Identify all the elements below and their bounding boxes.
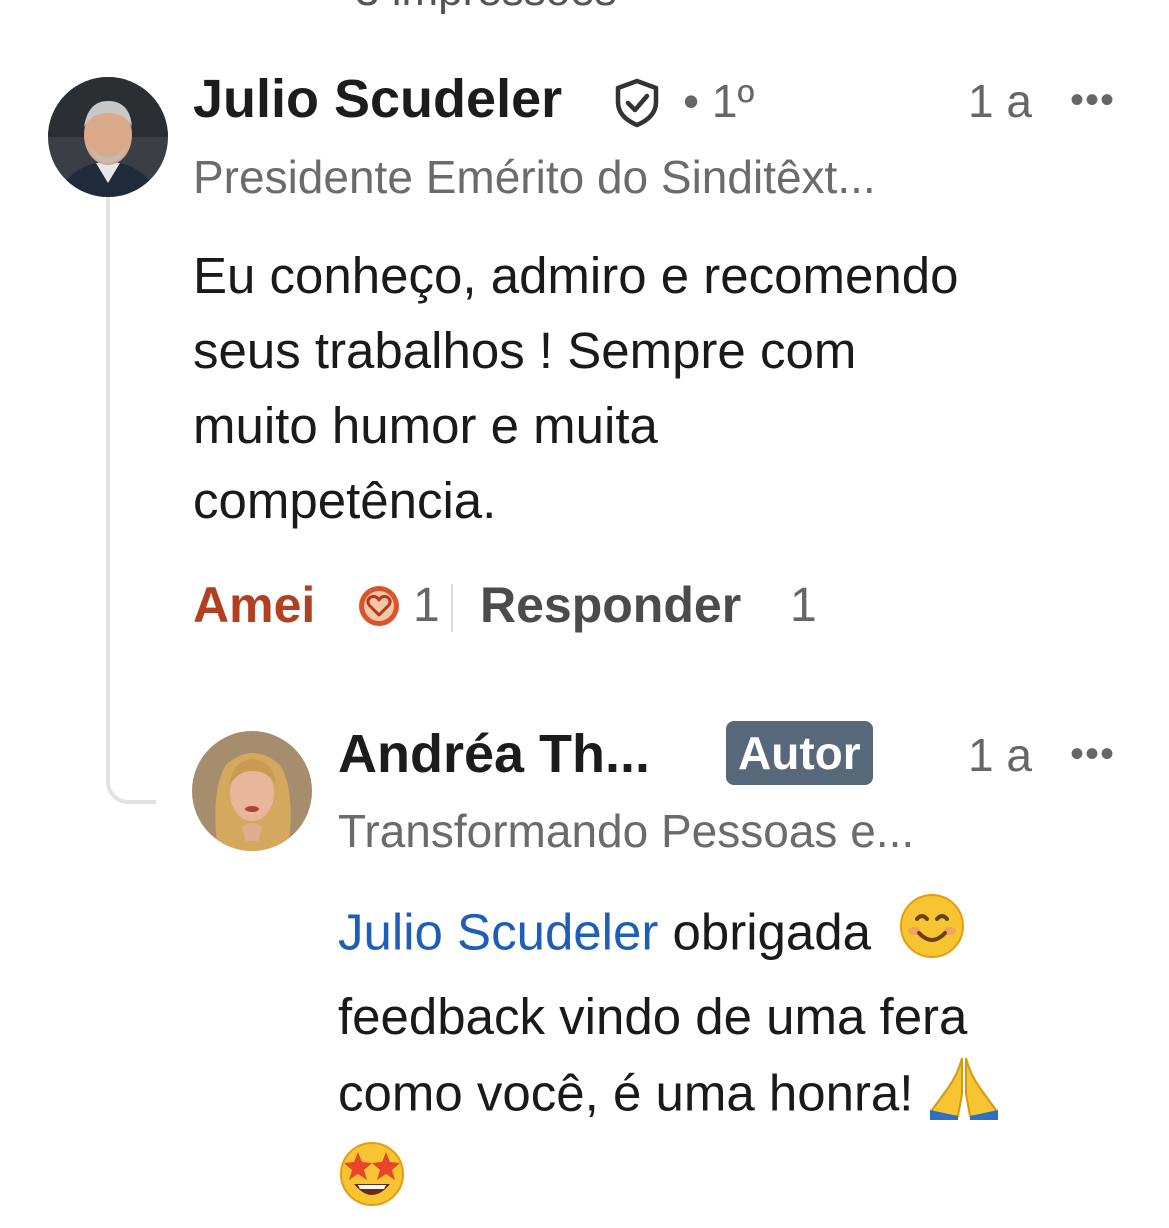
- connection-degree: • 1º: [683, 75, 755, 127]
- reaction-button[interactable]: Amei: [193, 576, 315, 634]
- reply-more-icon[interactable]: •••: [1070, 732, 1115, 777]
- smiling-face-emoji: [899, 893, 965, 979]
- reply-text-part: como você, é uma honra!: [338, 1064, 928, 1122]
- reply-text-line: feedback vindo de uma fera: [338, 988, 968, 1045]
- love-heart-icon[interactable]: [357, 584, 401, 633]
- reply-button[interactable]: Responder: [480, 576, 741, 634]
- comment-text-line: competência.: [193, 472, 497, 529]
- comment-text-line: Eu conheço, admiro e recomendo: [193, 247, 959, 304]
- action-divider: [451, 584, 453, 632]
- reply-author-headline: Transformando Pessoas e...: [338, 805, 915, 857]
- comment-more-icon[interactable]: •••: [1070, 78, 1115, 123]
- folded-hands-emoji: [928, 1054, 1000, 1140]
- verified-shield-icon: [612, 78, 662, 133]
- comment-text-line: seus trabalhos ! Sempre com: [193, 322, 857, 379]
- reaction-count[interactable]: 1: [413, 578, 440, 633]
- reply-text: Julio Scudeler obrigada feedback vindo d…: [338, 893, 1138, 1228]
- avatar-julio[interactable]: [48, 77, 168, 197]
- comment-text-line: muito humor e muita: [193, 397, 658, 454]
- author-badge: Autor: [726, 721, 873, 785]
- reply-timestamp: 1 a: [968, 729, 1032, 781]
- comment-author-name[interactable]: Julio Scudeler: [193, 68, 562, 130]
- comment-timestamp: 1 a: [968, 75, 1032, 127]
- avatar-andrea[interactable]: [192, 731, 312, 851]
- star-struck-emoji: [338, 1140, 406, 1228]
- thread-connector: [106, 196, 156, 804]
- comment-text: Eu conheço, admiro e recomendo seus trab…: [193, 238, 1123, 538]
- mention-link[interactable]: Julio Scudeler: [338, 903, 658, 960]
- reply-count[interactable]: 1: [790, 578, 817, 633]
- reply-text-line: [338, 1140, 1138, 1228]
- reply-text-part: obrigada: [658, 903, 900, 961]
- reply-text-line: Julio Scudeler obrigada: [338, 893, 1138, 979]
- reply-text-line: como você, é uma honra!: [338, 1054, 1138, 1140]
- reply-author-name[interactable]: Andréa Th...: [338, 723, 650, 785]
- comment-author-headline: Presidente Emérito do Sinditêxt...: [193, 151, 876, 203]
- impressions-count: 3 impressões: [355, 0, 617, 16]
